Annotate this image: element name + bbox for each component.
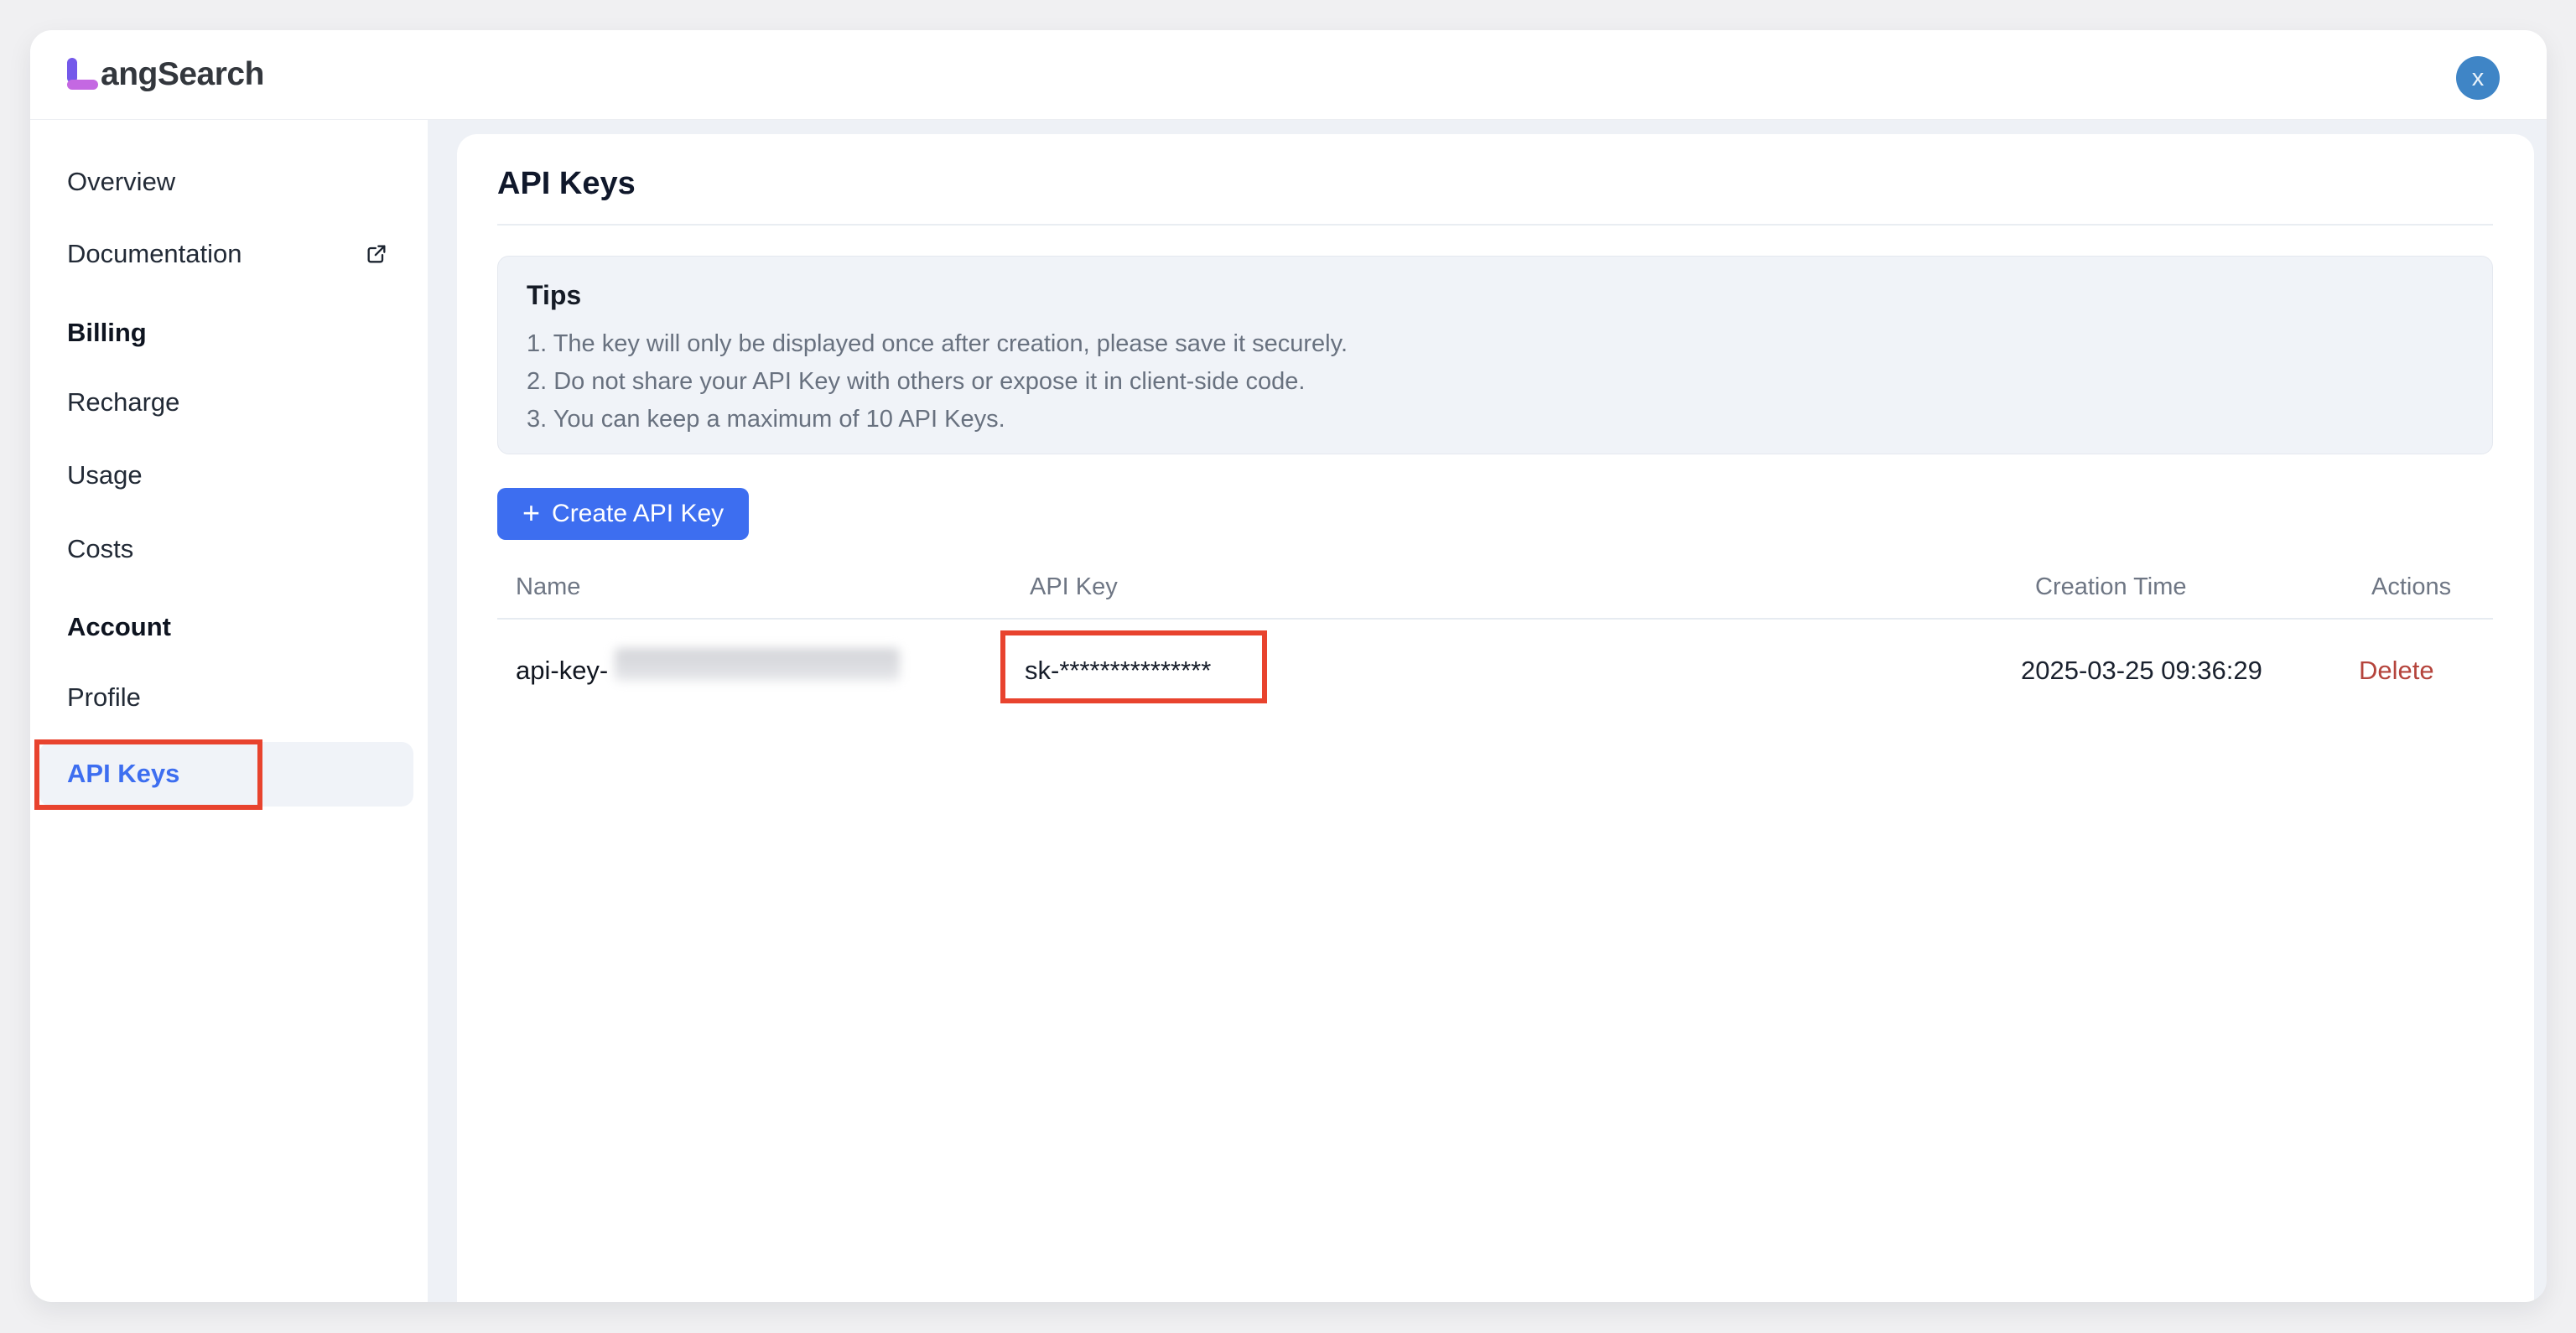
sidebar-item-recharge[interactable]: Recharge <box>67 379 179 426</box>
sidebar: Overview Documentation Billing Recharge … <box>30 119 428 1302</box>
annotation-box-api-key-value <box>1000 630 1267 703</box>
column-header-name: Name <box>516 568 580 605</box>
plus-icon: + <box>522 498 540 528</box>
table-cell-creation-time: 2025-03-25 09:36:29 <box>2021 652 2262 689</box>
logo-bar-horizontal <box>67 80 98 90</box>
column-header-actions: Actions <box>2371 568 2451 605</box>
delete-link[interactable]: Delete <box>2359 652 2434 689</box>
user-avatar[interactable]: x <box>2456 56 2500 100</box>
table-cell-name: api-key- <box>516 652 608 689</box>
title-divider <box>497 224 2493 226</box>
table-header-divider <box>497 618 2493 620</box>
logo-text: angSearch <box>101 56 264 93</box>
sidebar-item-profile[interactable]: Profile <box>67 674 141 721</box>
create-api-key-button[interactable]: + Create API Key <box>497 488 749 540</box>
annotation-box-api-keys-nav <box>34 739 262 810</box>
sidebar-item-costs[interactable]: Costs <box>67 526 133 573</box>
page: angSearch x Overview Documentation Billi… <box>0 0 2576 1333</box>
external-link-icon[interactable] <box>365 242 388 266</box>
tips-panel: Tips 1. The key will only be displayed o… <box>497 256 2493 454</box>
tip-item: 2. Do not share your API Key with others… <box>527 363 2464 401</box>
tip-item: 3. You can keep a maximum of 10 API Keys… <box>527 401 2464 438</box>
sidebar-item-usage[interactable]: Usage <box>67 452 143 499</box>
column-header-api-key: API Key <box>1030 568 1118 605</box>
sidebar-item-overview[interactable]: Overview <box>67 158 175 205</box>
tip-item: 1. The key will only be displayed once a… <box>527 325 2464 363</box>
create-api-key-label: Create API Key <box>552 500 724 528</box>
column-header-creation-time: Creation Time <box>2035 568 2187 605</box>
page-title: API Keys <box>497 164 636 203</box>
brand-logo[interactable]: angSearch <box>67 30 264 119</box>
logo-l-icon <box>67 58 99 91</box>
sidebar-item-documentation[interactable]: Documentation <box>67 231 242 277</box>
content-card: API Keys Tips 1. The key will only be di… <box>457 134 2534 1302</box>
sidebar-section-account: Account <box>67 604 171 651</box>
redacted-name-blur <box>615 648 900 682</box>
sidebar-section-billing: Billing <box>67 309 147 356</box>
top-header: angSearch x <box>30 30 2547 120</box>
app-window: angSearch x Overview Documentation Billi… <box>30 30 2547 1302</box>
tips-title: Tips <box>527 278 2464 312</box>
